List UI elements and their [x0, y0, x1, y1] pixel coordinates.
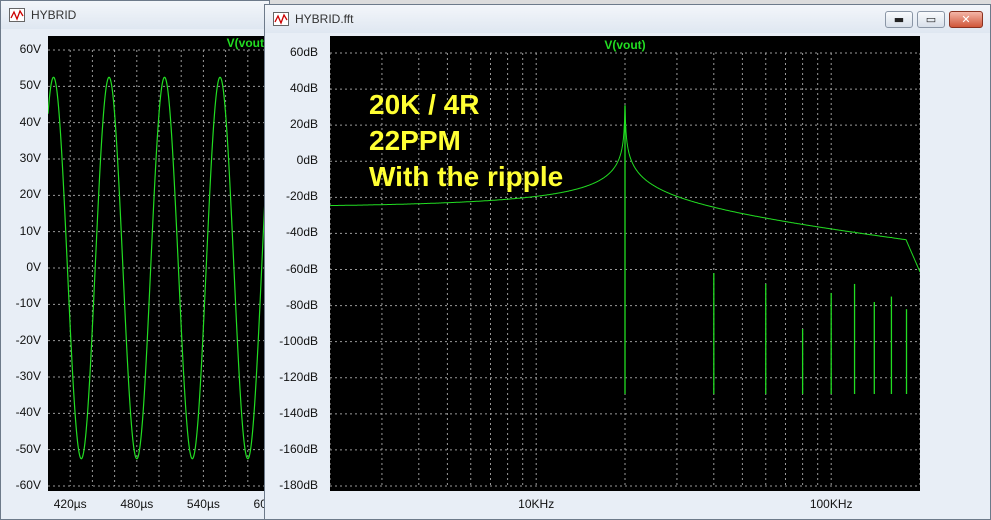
y-tick-label: 0V [26, 260, 41, 274]
time-domain-plot[interactable]: V(vout) [48, 36, 270, 491]
time-domain-titlebar[interactable]: HYBRID [1, 1, 269, 29]
y-tick-label: 60V [19, 42, 41, 56]
restore-icon: ▭ [925, 13, 937, 26]
y-tick-label: 50V [19, 78, 41, 93]
window-title: HYBRID.fft [295, 12, 354, 26]
x-tick-label: 420µs [53, 497, 87, 511]
minimize-icon: ▬ [893, 13, 905, 26]
y-tick-label: -20dB [285, 189, 318, 204]
plot-annotation: 20K / 4R 22PPM With the ripple [369, 87, 563, 195]
y-tick-label: -120dB [279, 369, 318, 384]
fft-window[interactable]: HYBRID.fft ▬ ▭ ✕ 60dB 40dB 20dB 0dB -20dB -40… [264, 4, 991, 520]
y-tick-label: 20V [19, 187, 41, 202]
window-title: HYBRID [31, 8, 77, 22]
y-tick-label: -40V [15, 405, 41, 420]
y-tick-label: 10V [19, 223, 41, 238]
y-tick-label: 20dB [289, 117, 318, 132]
trace-label: V(vout) [604, 38, 645, 52]
x-tick-label: 100KHz [809, 497, 853, 511]
y-tick-label: -180dB [279, 478, 318, 492]
y-tick-label: -160dB [279, 441, 318, 456]
close-button[interactable]: ✕ [949, 11, 983, 28]
waveform-icon [273, 12, 289, 26]
y-tick-label: 40V [19, 114, 41, 129]
close-icon: ✕ [961, 13, 971, 26]
y-tick-label: 0dB [296, 153, 318, 168]
y-tick-label: -100dB [279, 333, 318, 348]
x-tick-label: 480µs [120, 497, 154, 511]
fft-titlebar[interactable]: HYBRID.fft ▬ ▭ ✕ [265, 5, 990, 33]
y-tick-label: -80dB [285, 297, 318, 312]
y-tick-label: -140dB [279, 405, 318, 420]
trace-label: V(vout) [227, 36, 268, 50]
y-tick-label: -50V [15, 441, 41, 456]
y-tick-label: -60dB [285, 261, 318, 276]
y-tick-label: -10V [15, 296, 41, 311]
restore-button[interactable]: ▭ [917, 11, 945, 28]
annotation-line: 22PPM [369, 125, 461, 156]
minimize-button[interactable]: ▬ [885, 11, 913, 28]
y-tick-label: -20V [15, 332, 41, 347]
y-tick-label: -40dB [285, 225, 318, 240]
waveform-icon [9, 8, 25, 22]
y-tick-label: 60dB [289, 45, 318, 59]
annotation-line: With the ripple [369, 161, 564, 192]
time-domain-window[interactable]: HYBRID 60V 50V 40V 30V 20V 10V 0V -10V -20V -30V -… [0, 0, 286, 520]
y-tick-label: -30V [15, 369, 41, 383]
x-tick-label: 10KHz [518, 497, 555, 511]
annotation-line: 20K / 4R [369, 89, 480, 120]
x-tick-label: 540µs [186, 497, 220, 511]
y-tick-label: 40dB [289, 81, 318, 96]
y-tick-label: 30V [19, 151, 41, 165]
y-tick-label: -60V [15, 478, 41, 492]
